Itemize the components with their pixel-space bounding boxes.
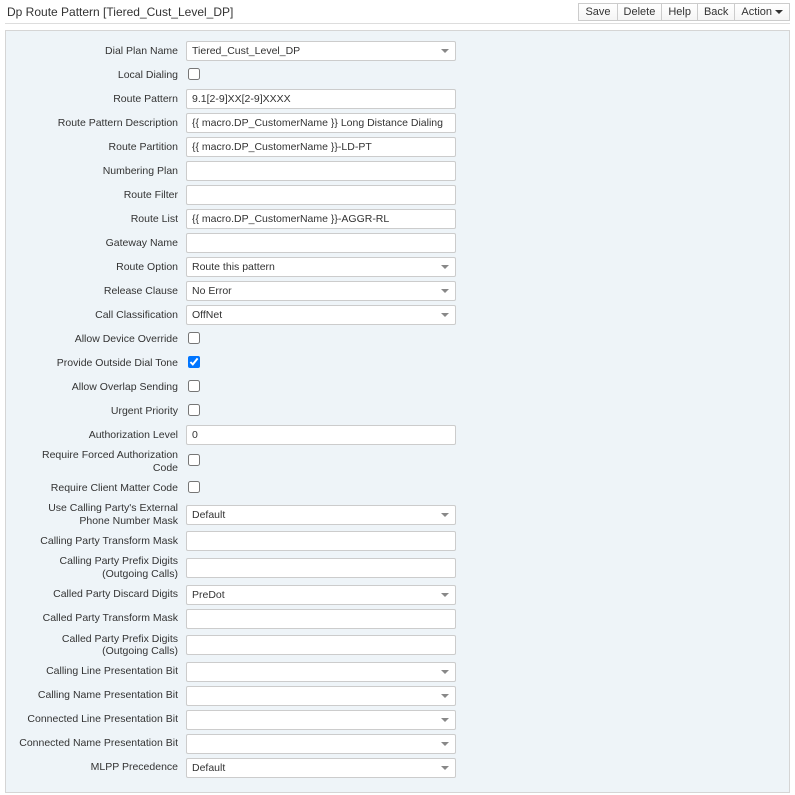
called-party-prefix-digits-label: Called Party Prefix Digits (Outgoing Cal… (16, 633, 186, 658)
connected-name-presentation-bit-label: Connected Name Presentation Bit (16, 737, 186, 750)
calling-line-presentation-bit-select[interactable] (186, 662, 456, 682)
called-party-transform-mask-input[interactable] (186, 609, 456, 629)
allow-device-override-checkbox[interactable] (188, 332, 200, 344)
authorization-level-label: Authorization Level (16, 429, 186, 442)
route-option-label: Route Option (16, 261, 186, 274)
route-partition-input[interactable] (186, 137, 456, 157)
release-clause-label: Release Clause (16, 285, 186, 298)
delete-button[interactable]: Delete (617, 3, 663, 21)
numbering-plan-label: Numbering Plan (16, 165, 186, 178)
route-partition-label: Route Partition (16, 141, 186, 154)
allow-device-override-label: Allow Device Override (16, 333, 186, 346)
route-option-select[interactable]: Route this pattern (186, 257, 456, 277)
called-party-discard-digits-label: Called Party Discard Digits (16, 588, 186, 601)
connected-line-presentation-bit-label: Connected Line Presentation Bit (16, 713, 186, 726)
help-button[interactable]: Help (661, 3, 698, 21)
header-toolbar: Save Delete Help Back Action (578, 3, 790, 21)
page-title: Dp Route Pattern [Tiered_Cust_Level_DP] (5, 5, 578, 19)
save-button[interactable]: Save (578, 3, 617, 21)
mlpp-precedence-label: MLPP Precedence (16, 761, 186, 774)
calling-party-transform-mask-label: Calling Party Transform Mask (16, 535, 186, 548)
calling-name-presentation-bit-label: Calling Name Presentation Bit (16, 689, 186, 702)
route-pattern-description-label: Route Pattern Description (16, 117, 186, 130)
require-client-matter-code-label: Require Client Matter Code (16, 482, 186, 495)
dial-plan-name-label: Dial Plan Name (16, 45, 186, 58)
mlpp-precedence-select[interactable]: Default (186, 758, 456, 778)
action-button[interactable]: Action (734, 3, 790, 21)
require-forced-auth-code-checkbox[interactable] (188, 454, 200, 466)
calling-party-prefix-digits-label: Calling Party Prefix Digits (Outgoing Ca… (16, 555, 186, 580)
allow-overlap-sending-checkbox[interactable] (188, 380, 200, 392)
numbering-plan-input[interactable] (186, 161, 456, 181)
form-panel: Dial Plan Name Tiered_Cust_Level_DP Loca… (5, 30, 790, 793)
provide-outside-dial-tone-label: Provide Outside Dial Tone (16, 357, 186, 370)
calling-party-transform-mask-input[interactable] (186, 531, 456, 551)
calling-name-presentation-bit-select[interactable] (186, 686, 456, 706)
page-header: Dp Route Pattern [Tiered_Cust_Level_DP] … (5, 2, 790, 24)
route-pattern-label: Route Pattern (16, 93, 186, 106)
urgent-priority-label: Urgent Priority (16, 405, 186, 418)
route-list-label: Route List (16, 213, 186, 226)
call-classification-select[interactable]: OffNet (186, 305, 456, 325)
gateway-name-input[interactable] (186, 233, 456, 253)
gateway-name-label: Gateway Name (16, 237, 186, 250)
route-pattern-input[interactable] (186, 89, 456, 109)
back-button[interactable]: Back (697, 3, 735, 21)
require-client-matter-code-checkbox[interactable] (188, 481, 200, 493)
urgent-priority-checkbox[interactable] (188, 404, 200, 416)
require-forced-auth-code-label: Require Forced Authorization Code (16, 449, 186, 474)
calling-line-presentation-bit-label: Calling Line Presentation Bit (16, 665, 186, 678)
route-list-input[interactable] (186, 209, 456, 229)
release-clause-select[interactable]: No Error (186, 281, 456, 301)
use-calling-party-external-mask-label: Use Calling Party's External Phone Numbe… (16, 502, 186, 527)
called-party-prefix-digits-input[interactable] (186, 635, 456, 655)
use-calling-party-external-mask-select[interactable]: Default (186, 505, 456, 525)
authorization-level-input[interactable] (186, 425, 456, 445)
provide-outside-dial-tone-checkbox[interactable] (188, 356, 200, 368)
action-label: Action (741, 6, 772, 18)
route-filter-label: Route Filter (16, 189, 186, 202)
connected-name-presentation-bit-select[interactable] (186, 734, 456, 754)
calling-party-prefix-digits-input[interactable] (186, 558, 456, 578)
route-filter-input[interactable] (186, 185, 456, 205)
connected-line-presentation-bit-select[interactable] (186, 710, 456, 730)
chevron-down-icon (775, 10, 783, 14)
allow-overlap-sending-label: Allow Overlap Sending (16, 381, 186, 394)
local-dialing-checkbox[interactable] (188, 68, 200, 80)
called-party-discard-digits-select[interactable]: PreDot (186, 585, 456, 605)
local-dialing-label: Local Dialing (16, 69, 186, 82)
call-classification-label: Call Classification (16, 309, 186, 322)
route-pattern-description-input[interactable] (186, 113, 456, 133)
dial-plan-name-select[interactable]: Tiered_Cust_Level_DP (186, 41, 456, 61)
called-party-transform-mask-label: Called Party Transform Mask (16, 612, 186, 625)
